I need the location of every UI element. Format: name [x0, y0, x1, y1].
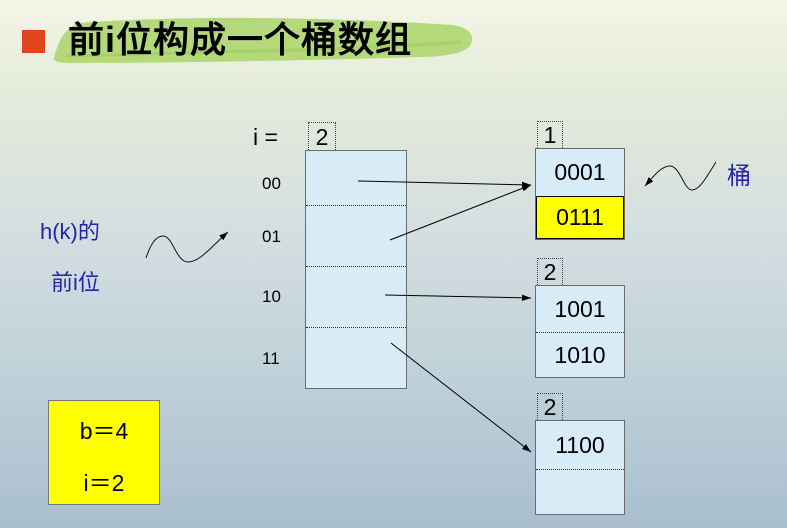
directory-entry: [306, 151, 406, 205]
param-i: i＝2: [83, 470, 125, 496]
hash-prefix-note: h(k)的: [40, 219, 100, 244]
bucket-directory: [305, 150, 407, 389]
bucket-record: 0001: [554, 159, 606, 185]
global-depth-label: i =: [253, 124, 278, 150]
global-depth-value: 2: [308, 122, 336, 150]
bucket-local-depth: 2: [537, 258, 563, 285]
pointer-arrow-11: [390, 342, 532, 453]
directory-prefix-label: 11: [262, 349, 280, 368]
pointer-arrow-01: [389, 184, 532, 241]
bucket-note: 桶: [727, 163, 751, 190]
hash-prefix-wavy-arrow: [145, 231, 229, 263]
directory-prefix-label: 01: [262, 227, 281, 246]
param-b: b＝4: [79, 418, 129, 444]
bucket-record: 1100: [555, 431, 605, 458]
hash-prefix-note: 前i位: [51, 270, 100, 295]
directory-prefix-label: 00: [262, 174, 281, 193]
bucket-local-depth: 2: [537, 393, 563, 420]
bucket-record: 0111: [536, 196, 624, 239]
slide-title: 前i位构成一个桶数组: [68, 19, 413, 60]
bucket-record: 1010: [536, 332, 624, 377]
bucket: 0001 0111: [535, 148, 625, 240]
directory-entry: [306, 205, 406, 266]
bucket-local-depth: 1: [537, 121, 563, 148]
bucket: 1100: [535, 420, 625, 515]
title-bullet-icon: [22, 30, 45, 53]
bucket-record: 1001: [554, 295, 606, 322]
parameters-box: b＝4 i＝2: [48, 400, 160, 505]
directory-prefix-label: 10: [262, 287, 281, 306]
bucket-wavy-arrow: [644, 161, 717, 191]
bucket-empty-slot: [536, 469, 624, 514]
slide: 前i位构成一个桶数组 i = 2 00 01 10 11 1 0001 0111…: [0, 0, 787, 528]
directory-entry: [306, 266, 406, 327]
bucket: 1001 1010: [535, 285, 625, 378]
directory-entry: [306, 327, 406, 388]
